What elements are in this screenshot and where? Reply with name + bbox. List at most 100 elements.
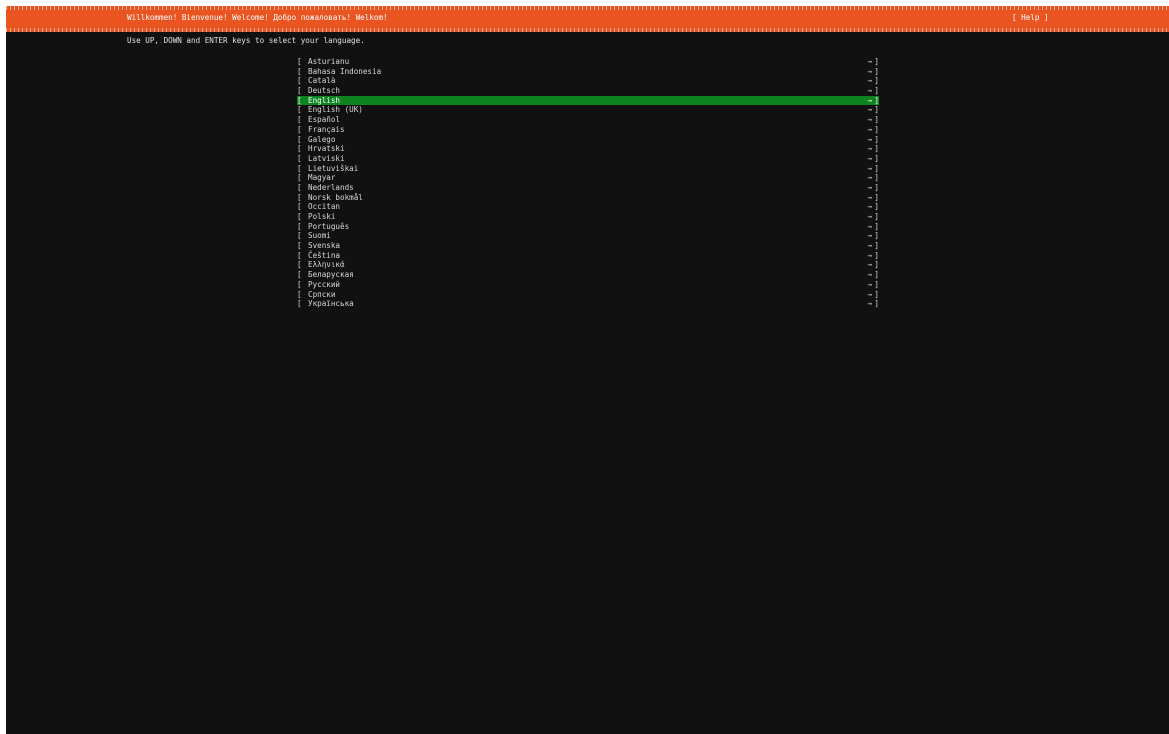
language-option-20[interactable]: [ Čeština →] <box>297 251 879 261</box>
bracket-close: ] <box>874 212 879 221</box>
arrow-right-icon: → <box>867 95 872 105</box>
language-option-24[interactable]: [Српски →] <box>297 290 879 300</box>
language-option-4[interactable]: [English →] <box>297 95 879 106</box>
language-label: Беларуская <box>308 270 354 280</box>
bracket-close: ] <box>874 124 879 134</box>
bracket-close: ] <box>874 279 879 289</box>
arrow-right-icon: → <box>867 182 872 192</box>
bracket-open: [ <box>297 270 302 280</box>
bracket-open: [ <box>297 289 302 299</box>
language-label: Polski <box>308 212 336 221</box>
arrow-right-icon: → <box>867 163 872 173</box>
language-option-25[interactable]: [Українська →] <box>297 299 879 309</box>
language-label: Norsk bokmål <box>308 192 363 202</box>
bracket-close: ] <box>874 66 879 76</box>
language-option-1[interactable]: [Bahasa Indonesia →] <box>297 67 879 77</box>
arrow-right-icon: → <box>867 76 872 86</box>
language-label: Galego <box>308 134 336 144</box>
language-label: Deutsch <box>308 86 341 96</box>
language-option-7[interactable]: [Français →] <box>297 125 879 135</box>
bracket-close: ] <box>874 299 879 309</box>
language-option-8[interactable]: [Galego →] <box>297 135 879 145</box>
language-option-11[interactable]: [Lietuviškai →] <box>297 164 879 174</box>
arrow-right-icon: → <box>867 192 872 202</box>
bracket-open: [ <box>297 153 302 163</box>
bracket-open: [ <box>297 173 302 183</box>
bracket-close: ] <box>874 231 879 241</box>
arrow-right-icon: → <box>867 250 872 260</box>
bracket-close: ] <box>874 173 879 183</box>
bracket-open: [ <box>297 212 302 221</box>
arrow-right-icon: → <box>867 289 872 299</box>
bracket-close: ] <box>874 192 879 202</box>
arrow-right-icon: → <box>867 241 872 251</box>
bracket-close: ] <box>874 241 879 251</box>
bracket-close: ] <box>874 250 879 260</box>
arrow-right-icon: → <box>867 86 872 96</box>
bracket-open: [ <box>297 299 302 309</box>
language-label: Español <box>308 115 341 125</box>
language-option-22[interactable]: [Беларуская →] <box>297 270 879 280</box>
bracket-open: [ <box>297 250 302 260</box>
bracket-open: [ <box>297 57 302 66</box>
language-option-16[interactable]: [ Polski →] <box>297 212 879 222</box>
bracket-open: [ <box>297 95 302 105</box>
bracket-open: [ <box>297 221 302 231</box>
language-option-2[interactable]: [ Català →] <box>297 76 879 86</box>
language-label: Čeština <box>308 250 341 260</box>
bracket-open: [ <box>297 192 302 202</box>
language-label: Català <box>308 76 336 86</box>
language-option-23[interactable]: [Русский →] <box>297 280 879 290</box>
installer-screen: Willkommen! Bienvenue! Welcome! Добро по… <box>6 6 1169 734</box>
bracket-close: ] <box>874 115 879 125</box>
language-label: Русский <box>308 279 341 289</box>
bracket-open: [ <box>297 241 302 251</box>
bracket-open: [ <box>297 163 302 173</box>
bracket-close: ] <box>874 134 879 144</box>
language-option-5[interactable]: [English (UK) →] <box>297 105 879 115</box>
help-button[interactable]: [ Help ] <box>1012 13 1049 23</box>
language-label: Српски <box>308 289 336 299</box>
bracket-open: [ <box>297 134 302 144</box>
arrow-right-icon: → <box>867 105 872 115</box>
language-label: Français <box>308 124 345 134</box>
language-option-10[interactable]: [Latviski →] <box>297 154 879 164</box>
language-option-21[interactable]: [Ελληνικά →] <box>297 260 879 270</box>
bracket-open: [ <box>297 260 302 270</box>
header-border-bottom <box>6 28 1169 32</box>
language-option-15[interactable]: [Occitan →] <box>297 202 879 212</box>
bracket-close: ] <box>874 153 879 163</box>
bracket-open: [ <box>297 105 302 115</box>
arrow-right-icon: → <box>867 221 872 231</box>
language-option-12[interactable]: [Magyar →] <box>297 173 879 183</box>
language-option-0[interactable]: [Asturianu →] <box>297 57 879 67</box>
language-label: Português <box>308 221 350 231</box>
language-label: Hrvatski <box>308 144 345 154</box>
language-option-14[interactable]: [ Norsk bokmål →] <box>297 193 879 203</box>
bracket-open: [ <box>297 124 302 134</box>
arrow-right-icon: → <box>867 260 872 270</box>
arrow-right-icon: → <box>867 144 872 154</box>
bracket-open: [ <box>297 231 302 241</box>
bracket-close: ] <box>874 221 879 231</box>
arrow-right-icon: → <box>867 57 872 66</box>
arrow-right-icon: → <box>867 212 872 221</box>
bracket-close: ] <box>874 202 879 212</box>
bracket-close: ] <box>874 95 879 105</box>
language-option-13[interactable]: [Nederlands →] <box>297 183 879 193</box>
bracket-open: [ <box>297 202 302 212</box>
language-option-6[interactable]: [Español →] <box>297 115 879 125</box>
language-label: Lietuviškai <box>308 163 359 173</box>
language-label: Ελληνικά <box>308 260 345 270</box>
bracket-open: [ <box>297 182 302 192</box>
language-option-18[interactable]: [Suomi →] <box>297 231 879 241</box>
bracket-open: [ <box>297 66 302 76</box>
language-label: Bahasa Indonesia <box>308 66 382 76</box>
bracket-close: ] <box>874 76 879 86</box>
language-option-3[interactable]: [Deutsch →] <box>297 86 879 96</box>
bracket-open: [ <box>297 76 302 86</box>
language-option-9[interactable]: [Hrvatski →] <box>297 144 879 154</box>
bracket-open: [ <box>297 144 302 154</box>
language-option-19[interactable]: [Svenska →] <box>297 241 879 251</box>
language-option-17[interactable]: [ Português →] <box>297 222 879 232</box>
